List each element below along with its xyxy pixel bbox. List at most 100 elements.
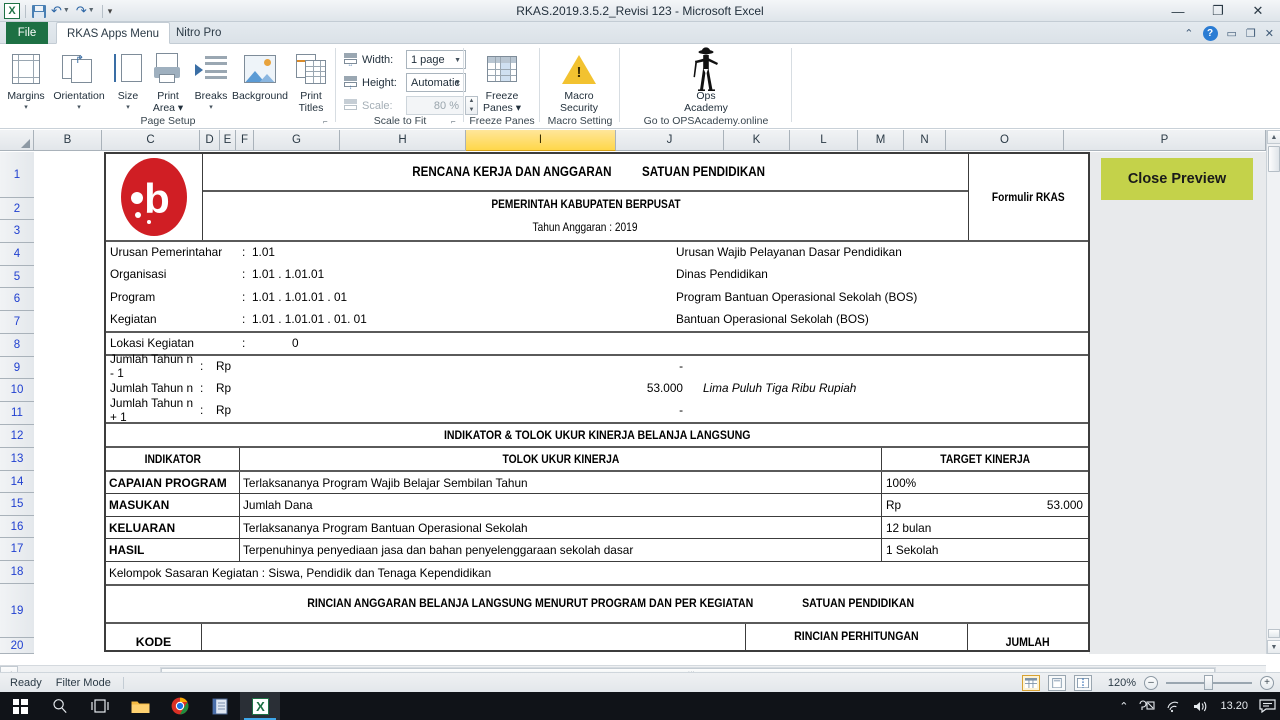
column-header-J[interactable]: J xyxy=(616,130,724,151)
row-header-18[interactable]: 18 xyxy=(0,561,34,584)
normal-view-icon[interactable] xyxy=(1022,674,1040,691)
print-area-button[interactable]: Print Area ▾ xyxy=(146,47,190,114)
column-header-K[interactable]: K xyxy=(724,130,790,151)
page-layout-view-icon[interactable] xyxy=(1048,674,1066,691)
tray-chevron-icon[interactable]: ⌃ xyxy=(1119,700,1128,713)
help-icon[interactable]: ? xyxy=(1202,25,1218,41)
row-header-19[interactable]: 19 xyxy=(0,584,34,638)
print-titles-label-1: Print xyxy=(300,90,322,102)
row-header-8[interactable]: 8 xyxy=(0,334,34,357)
column-header-L[interactable]: L xyxy=(790,130,858,151)
page-break-view-icon[interactable] xyxy=(1074,674,1092,691)
column-header-N[interactable]: N xyxy=(904,130,946,151)
restore-button[interactable]: ❐ xyxy=(1208,3,1228,19)
column-header-M[interactable]: M xyxy=(858,130,904,151)
taskbar-notepad[interactable] xyxy=(200,692,240,720)
column-header-F[interactable]: F xyxy=(236,130,254,151)
tray-clock[interactable]: 13.20 xyxy=(1220,700,1248,712)
column-header-I[interactable]: I xyxy=(466,130,616,151)
volume-icon[interactable] xyxy=(1193,700,1209,713)
print-titles-button[interactable]: Print Titles xyxy=(290,47,332,114)
column-header-B[interactable]: B xyxy=(34,130,102,151)
task-view[interactable] xyxy=(80,692,120,720)
margins-button[interactable]: Margins ▾ xyxy=(2,47,50,112)
row-header-6[interactable]: 6 xyxy=(0,288,34,311)
column-header-C[interactable]: C xyxy=(102,130,200,151)
restore-workbook-icon[interactable]: ❐ xyxy=(1246,27,1256,40)
ribbon-tabs: File RKAS Apps Menu Nitro Pro xyxy=(0,22,1280,44)
taskbar-file-explorer[interactable] xyxy=(120,692,160,720)
zoom-slider[interactable] xyxy=(1166,674,1252,690)
ribbon-group-macro-setting: ! Macro Security Macro Setting xyxy=(540,44,620,129)
row-header-11[interactable]: 11 xyxy=(0,402,34,425)
vertical-scrollbar[interactable]: ▲ ▼ xyxy=(1266,130,1280,654)
width-select[interactable]: 1 page ▼ xyxy=(406,50,466,69)
row-header-1[interactable]: 1 xyxy=(0,152,34,198)
collapse-ribbon-icon[interactable]: ⌃ xyxy=(1184,27,1193,40)
page-setup-dialog-launcher-icon[interactable]: ⌐ xyxy=(323,117,332,126)
width-value: 1 page xyxy=(411,53,445,66)
print-area-label-2: Area ▾ xyxy=(152,101,184,114)
row-header-15[interactable]: 15 xyxy=(0,493,34,516)
row-header-5[interactable]: 5 xyxy=(0,266,34,288)
row-header-3[interactable]: 3 xyxy=(0,220,34,243)
column-header-P[interactable]: P xyxy=(1064,130,1266,151)
column-header-G[interactable]: G xyxy=(254,130,340,151)
status-bar: Ready Filter Mode 120% – + xyxy=(0,672,1280,692)
row-header-2[interactable]: 2 xyxy=(0,198,34,220)
vertical-scroll-thumb[interactable] xyxy=(1268,146,1280,172)
row-header-14[interactable]: 14 xyxy=(0,471,34,493)
row-header-7[interactable]: 7 xyxy=(0,311,34,334)
column-header-O[interactable]: O xyxy=(946,130,1064,151)
column-header-D[interactable]: D xyxy=(200,130,220,151)
zoom-in-button[interactable]: + xyxy=(1260,675,1274,690)
row-header-17[interactable]: 17 xyxy=(0,538,34,561)
minimize-button[interactable]: — xyxy=(1168,4,1188,19)
tab-nitro-pro[interactable]: Nitro Pro xyxy=(166,22,231,44)
scroll-up-button[interactable]: ▲ xyxy=(1267,130,1280,144)
zoom-out-button[interactable]: – xyxy=(1144,675,1158,690)
row-header-9[interactable]: 9 xyxy=(0,357,34,379)
macro-security-button[interactable]: ! Macro Security xyxy=(550,47,608,114)
taskbar-search[interactable] xyxy=(40,692,80,720)
split-pane-handle[interactable] xyxy=(1268,629,1280,638)
indicator-target-keluaran: 12 bulan xyxy=(882,517,1088,539)
orientation-button[interactable]: ↱ Orientation ▾ xyxy=(48,47,110,112)
scale-to-fit-dialog-launcher-icon[interactable]: ⌐ xyxy=(451,117,460,126)
size-button[interactable]: Size ▾ xyxy=(110,47,146,112)
network-icon[interactable] xyxy=(1166,700,1182,713)
background-button[interactable]: Background xyxy=(230,47,290,103)
status-right-controls: 120% – + xyxy=(1022,674,1274,691)
taskbar-chrome[interactable] xyxy=(160,692,200,720)
select-all-corner[interactable] xyxy=(0,130,34,151)
zoom-slider-thumb[interactable] xyxy=(1204,674,1213,690)
row-header-4[interactable]: 4 xyxy=(0,243,34,266)
column-header-H[interactable]: H xyxy=(340,130,466,151)
freeze-panes-button[interactable]: Freeze Panes ▾ xyxy=(474,47,530,114)
tab-rkas-apps-menu[interactable]: RKAS Apps Menu xyxy=(56,22,171,44)
notification-icon[interactable] xyxy=(1259,699,1276,713)
size-icon xyxy=(113,53,143,85)
close-workbook-icon[interactable]: ✕ xyxy=(1265,27,1274,40)
row-header-13[interactable]: 13 xyxy=(0,448,34,471)
ops-academy-button[interactable]: Ops Academy xyxy=(678,47,734,114)
close-preview-button[interactable]: Close Preview xyxy=(1101,158,1253,200)
breaks-button[interactable]: Breaks ▾ xyxy=(190,47,232,112)
row-header-12[interactable]: 12 xyxy=(0,425,34,448)
scroll-down-button[interactable]: ▼ xyxy=(1267,640,1280,654)
worksheet-grid[interactable]: b RENCANA KERJA DAN ANGGARAN SATUAN PEND… xyxy=(34,152,1266,654)
file-explorer-icon xyxy=(131,701,149,713)
minimize-workbook-icon[interactable]: ▭ xyxy=(1227,27,1237,40)
select-all-icon xyxy=(21,139,30,148)
taskbar-excel[interactable]: X xyxy=(240,692,280,720)
row-header-16[interactable]: 16 xyxy=(0,516,34,538)
close-button[interactable]: ✕ xyxy=(1248,3,1268,19)
keyboard-icon[interactable] xyxy=(1139,700,1156,712)
tab-file[interactable]: File xyxy=(6,22,48,44)
row-header-10[interactable]: 10 xyxy=(0,379,34,402)
height-select[interactable]: Automatic ▼ xyxy=(406,73,466,92)
start-button[interactable] xyxy=(0,692,40,720)
table-row: KELUARAN Terlaksananya Program Bantuan O… xyxy=(106,516,1088,540)
column-header-E[interactable]: E xyxy=(220,130,236,151)
row-header-20[interactable]: 20 xyxy=(0,638,34,654)
